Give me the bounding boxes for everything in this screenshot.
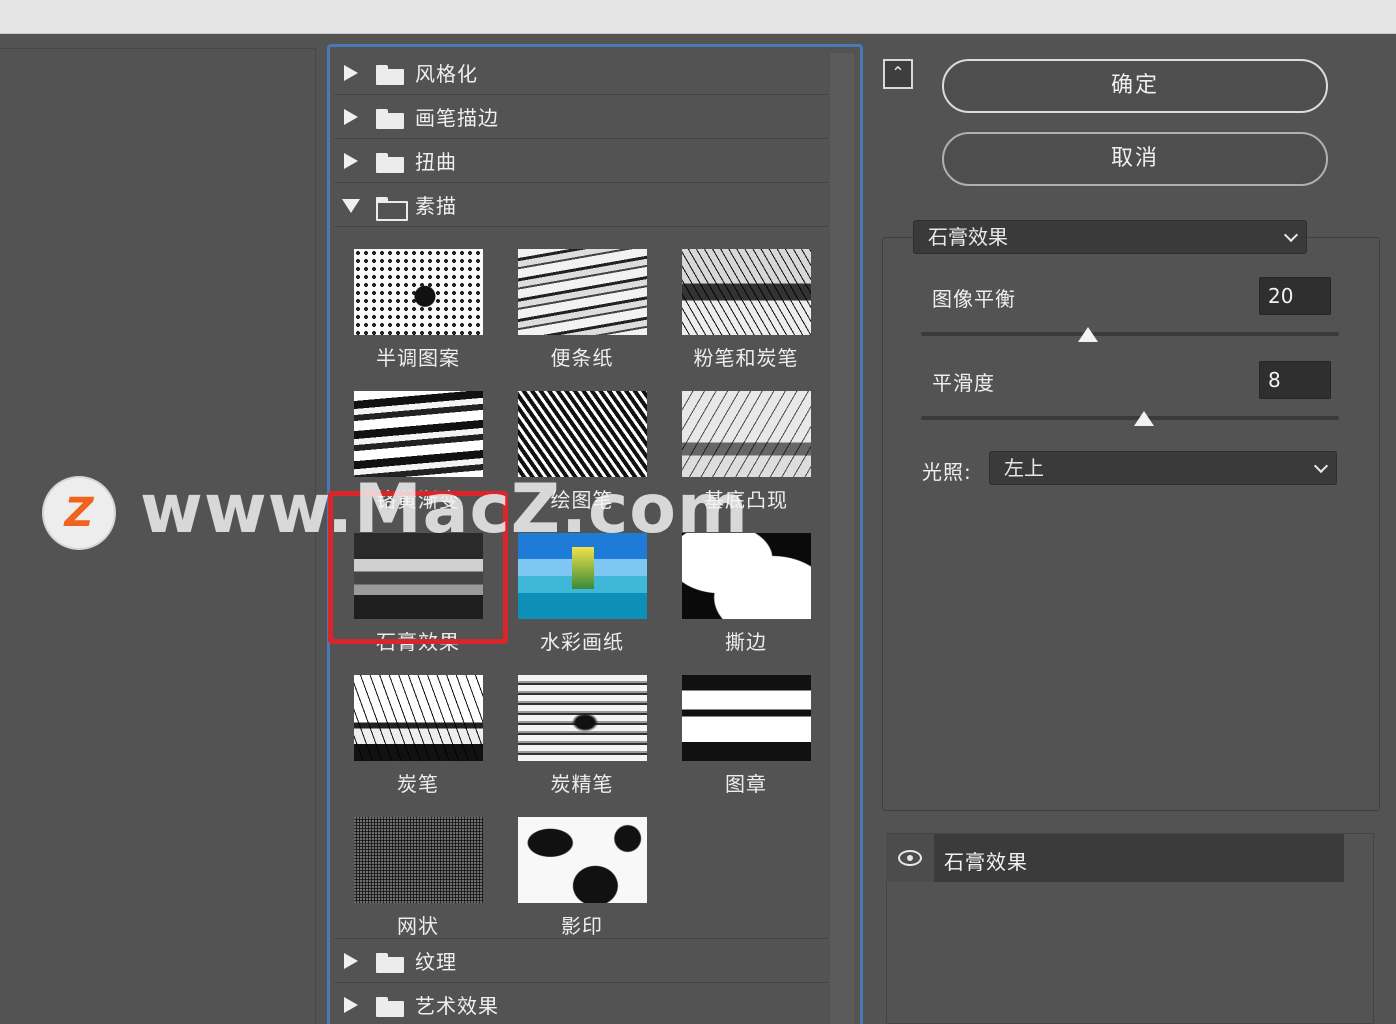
filter-preview-image	[354, 675, 483, 761]
filter-thumbnail[interactable]: 水彩画纸	[502, 533, 662, 675]
filter-preview-image	[354, 249, 483, 335]
filter-preview-image	[682, 249, 811, 335]
expand-triangle-icon[interactable]	[344, 108, 358, 125]
filter-thumbnail-label: 半调图案	[376, 346, 460, 370]
gallery-scrollbar[interactable]	[830, 53, 854, 1024]
eye-icon[interactable]	[898, 850, 922, 866]
expand-triangle-icon[interactable]	[344, 64, 358, 81]
filter-preview-image	[354, 817, 483, 903]
image-balance-label: 图像平衡	[932, 287, 1016, 311]
filter-thumbnail[interactable]: 炭笔	[338, 675, 498, 817]
image-balance-slider[interactable]	[921, 332, 1339, 336]
folder-icon	[376, 953, 404, 973]
filter-thumbnail-label: 影印	[561, 914, 603, 938]
filter-thumbnail[interactable]: 撕边	[666, 533, 826, 675]
filter-thumbnail-label: 炭精笔	[550, 772, 614, 796]
filter-thumbnail[interactable]: 便条纸	[502, 249, 662, 391]
folder-stylize[interactable]: 风格化	[334, 51, 828, 95]
image-balance-input[interactable]: 20	[1259, 277, 1331, 315]
filter-preview-image	[354, 391, 483, 477]
lighting-select[interactable]: 左上	[989, 451, 1337, 485]
filter-preview-image	[518, 249, 647, 335]
folder-brush-strokes[interactable]: 画笔描边	[334, 95, 828, 139]
filter-thumbnail[interactable]: 半调图案	[338, 249, 498, 391]
folder-artistic[interactable]: 艺术效果	[334, 983, 828, 1024]
expand-triangle-icon[interactable]	[344, 152, 358, 169]
filter-thumbnail-label: 撕边	[725, 630, 767, 654]
folder-icon	[376, 65, 404, 85]
filter-preview-image	[682, 391, 811, 477]
smoothness-slider[interactable]	[921, 416, 1339, 420]
effect-layer-label: 石膏效果	[944, 850, 1028, 874]
folder-icon	[376, 109, 404, 129]
window-title-bar	[0, 0, 1396, 34]
filter-select-value: 石膏效果	[928, 225, 1008, 249]
smoothness-input[interactable]: 8	[1259, 361, 1331, 399]
filter-preview-image	[518, 817, 647, 903]
chevron-double-up-icon[interactable]: ⌃	[883, 59, 913, 89]
filter-thumbnail-label: 粉笔和炭笔	[693, 346, 799, 370]
filter-select[interactable]: 石膏效果	[913, 220, 1307, 254]
lighting-select-value: 左上	[1004, 456, 1044, 480]
watermark-text: www.MacZ.com	[140, 470, 749, 549]
filter-thumbnail-label: 便条纸	[550, 346, 614, 370]
filter-thumbnail[interactable]: 影印	[502, 817, 662, 959]
chevron-down-icon	[1313, 458, 1329, 474]
chevron-down-icon	[1283, 227, 1299, 243]
filter-thumbnail-label: 炭笔	[397, 772, 439, 796]
open-folder-icon	[376, 197, 408, 221]
image-balance-slider-handle[interactable]	[1078, 327, 1099, 342]
filter-thumbnail[interactable]: 网状	[338, 817, 498, 959]
filter-settings-panel	[882, 237, 1380, 811]
smoothness-slider-handle[interactable]	[1133, 411, 1154, 426]
folder-texture[interactable]: 纹理	[334, 939, 828, 983]
filter-thumbnail-label: 网状	[397, 914, 439, 938]
filter-preview-image	[518, 675, 647, 761]
cancel-button[interactable]: 取消	[942, 132, 1328, 186]
macz-logo-icon: Z	[44, 478, 114, 548]
filter-preview-image	[682, 675, 811, 761]
collapse-triangle-icon[interactable]	[342, 199, 360, 213]
folder-icon	[376, 997, 404, 1017]
expand-triangle-icon[interactable]	[344, 952, 358, 969]
filter-thumbnail[interactable]: 粉笔和炭笔	[666, 249, 826, 391]
folder-distort[interactable]: 扭曲	[334, 139, 828, 183]
folder-sketch[interactable]: 素描	[334, 183, 828, 227]
smoothness-label: 平滑度	[932, 371, 995, 395]
ok-button[interactable]: 确定	[942, 59, 1328, 113]
folder-icon	[376, 153, 404, 173]
lighting-label: 光照:	[922, 460, 972, 484]
filter-thumbnail-label: 图章	[725, 772, 767, 796]
filter-preview-image	[518, 391, 647, 477]
expand-triangle-icon[interactable]	[344, 996, 358, 1013]
filter-thumbnail[interactable]: 炭精笔	[502, 675, 662, 817]
filter-thumbnail-label: 水彩画纸	[540, 630, 624, 654]
filter-thumbnail[interactable]: 图章	[666, 675, 826, 817]
